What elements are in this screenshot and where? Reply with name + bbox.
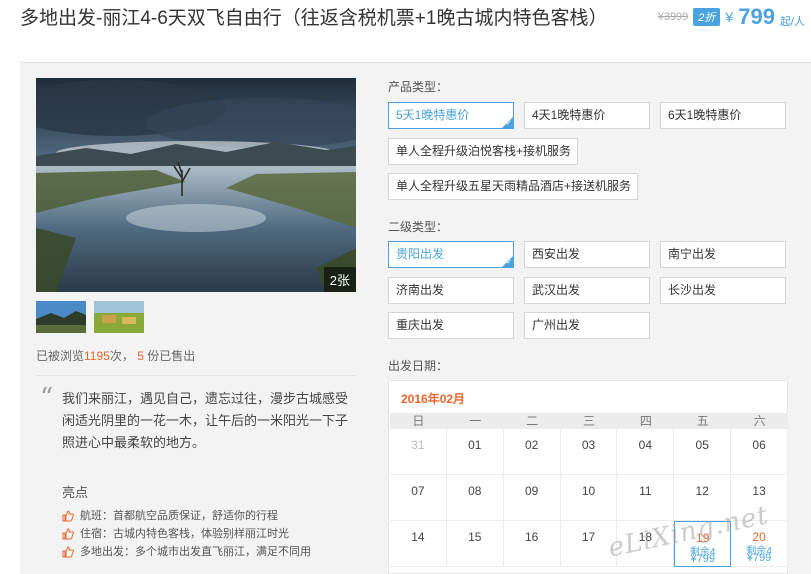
departure-city-guangzhou[interactable]: 广州出发 [524,312,650,339]
calendar-weekday-header: 日 一 二 三 四 五 六 [390,413,788,429]
calendar-month: 2016年02月 [401,392,466,406]
product-type-label: 产品类型： [388,80,449,94]
highlight-item: 住宿：古城内特色客栈，体验别样丽江时光 [62,525,311,543]
departure-calendar: 2016年02月 日 一 二 三 四 五 六 31 01 02 03 04 05… [388,380,788,574]
browse-prefix: 已被浏览 [36,349,85,363]
departure-city-nanning[interactable]: 南宁出发 [660,241,786,268]
thumbnail-image [94,301,144,333]
photo-count-badge: 2张 [323,267,356,292]
thumbnail-1[interactable] [36,301,86,333]
highlights-list: 航班：首都航空品质保证，舒适你的行程 住宿：古城内特色客栈，体验别样丽江时光 多… [62,507,311,561]
view-sales-stats: 已被浏览1195次， 5 份已售出 [36,347,195,364]
highlight-item: 航班：首都航空品质保证，舒适你的行程 [62,507,311,525]
calendar-day: 31 [390,429,447,475]
thumbnail-2[interactable] [94,301,144,333]
weekday-thu: 四 [639,414,652,428]
thumbnail-image [36,301,86,333]
sub-type-label: 二级类型： [388,220,449,234]
weekday-wed: 三 [583,414,596,428]
sold-count: 5 [137,349,144,363]
calendar-day: 18 [617,521,675,567]
calendar-grid: 31 01 02 03 04 05 06 07 08 09 10 11 12 1… [390,429,788,567]
browse-suffix: 次， [109,349,134,363]
lake-landscape-image [36,78,356,292]
departure-city-changsha[interactable]: 长沙出发 [660,277,786,304]
day-price: ¥799 [690,553,715,565]
weekday-mon: 一 [469,414,482,428]
thumbs-up-icon [62,546,74,558]
calendar-day: 05 [674,429,732,475]
calendar-day: 16 [503,521,561,567]
calendar-day-available[interactable]: 19 剩余4 ¥799 [674,521,732,567]
calendar-day: 17 [560,521,618,567]
intro-text: 我们来丽江，遇见自己，遗忘过往，漫步古城感受闲适光阴里的一花一木，让午后的一米阳… [62,391,349,450]
calendar-day-available[interactable]: 20 剩余4 ¥799 [731,521,788,567]
weekday-sat: 六 [753,414,766,428]
departure-city-xian[interactable]: 西安出发 [524,241,650,268]
price-unit: 起/人 [779,16,805,28]
calendar-day: 06 [731,429,788,475]
calendar-day: 09 [503,475,561,521]
product-type-option-5day[interactable]: 5天1晚特惠价 ✓ [388,102,514,129]
quote-mark: “ [40,383,54,413]
check-icon: ✓ [506,259,512,266]
thumbs-up-icon [62,510,74,522]
calendar-day: 04 [617,429,675,475]
sold-suffix: 份已售出 [147,349,196,363]
product-type-option-upgrade-inn[interactable]: 单人全程升级泊悦客栈+接机服务 [388,138,578,165]
calendar-day: 14 [390,521,447,567]
departure-city-wuhan[interactable]: 武汉出发 [524,277,650,304]
departure-city-jinan[interactable]: 济南出发 [388,277,514,304]
weekday-sun: 日 [412,414,425,428]
calendar-day: 13 [731,475,788,521]
main-photo[interactable]: 2张 [36,78,356,292]
highlight-item: 多地出发：多个城市出发直飞丽江，满足不同用 [62,543,311,561]
check-icon: ✓ [506,120,512,127]
day-price: ¥799 [746,552,772,564]
calendar-day: 15 [446,521,504,567]
price-area: ¥3999 2折 ¥ 799 起/人 [658,4,805,30]
calendar-day: 11 [617,475,675,521]
departure-city-chongqing[interactable]: 重庆出发 [388,312,514,339]
calendar-day: 10 [560,475,618,521]
product-type-option-upgrade-hotel[interactable]: 单人全程升级五星天雨精品酒店+接送机服务 [388,173,638,200]
product-type-option-4day[interactable]: 4天1晚特惠价 [524,102,650,129]
divider [36,375,356,376]
calendar-day: 02 [503,429,561,475]
weekday-tue: 二 [526,414,539,428]
product-type-option-6day[interactable]: 6天1晚特惠价 [660,102,786,129]
calendar-day: 08 [446,475,504,521]
price-currency: ¥ [725,9,734,25]
browse-count: 1195 [84,349,110,363]
calendar-day: 03 [560,429,618,475]
departure-city-guiyang[interactable]: 贵阳出发 ✓ [388,241,514,268]
discount-badge: 2折 [693,8,721,26]
product-title: 多地出发-丽江4-6天双飞自由行（往返含税机票+1晚古城内特色客栈） [20,8,608,29]
highlights-title: 亮点 [62,485,89,500]
original-price: ¥3999 [657,11,689,23]
calendar-day: 01 [446,429,504,475]
current-price: 799 [738,4,775,29]
calendar-day: 12 [674,475,732,521]
weekday-fri: 五 [696,414,709,428]
calendar-day: 07 [390,475,447,521]
departure-date-label: 出发日期： [388,359,449,373]
thumbs-up-icon [62,528,74,540]
